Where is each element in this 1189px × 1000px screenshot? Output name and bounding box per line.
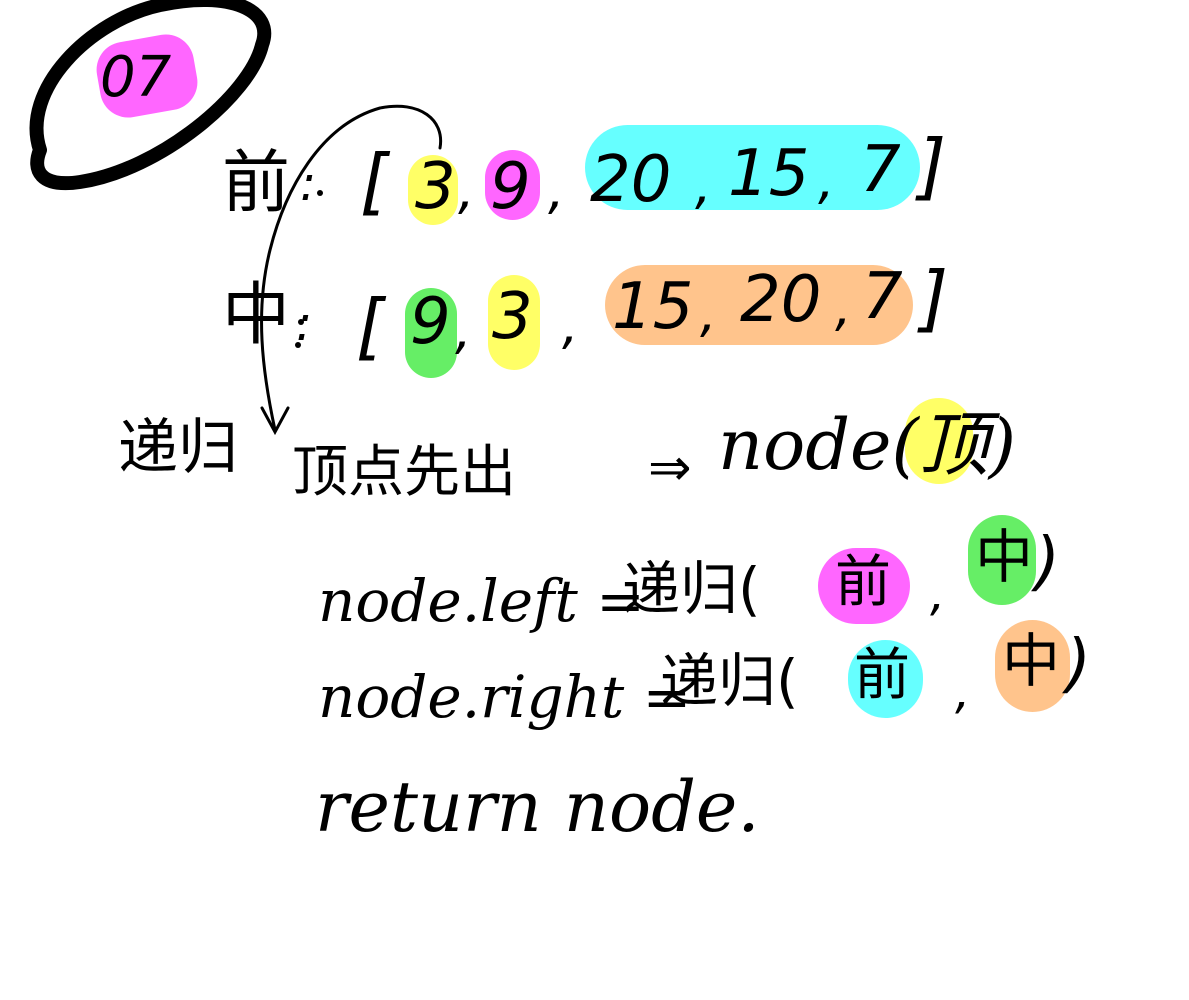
code-line2-sep: , xyxy=(930,566,946,622)
code-line1-left: 顶点先出 xyxy=(292,440,516,505)
code-line3-arg2: 中 xyxy=(1002,627,1061,695)
inorder-item: , xyxy=(700,284,717,344)
code-line3-sep: , xyxy=(955,664,971,720)
code-line3-call: 递归( xyxy=(660,647,799,715)
inorder-close-bracket: ] xyxy=(920,256,949,340)
preorder-item: 20 xyxy=(590,143,672,217)
inorder-item: , xyxy=(562,296,579,356)
preorder-colon: : xyxy=(300,156,317,212)
code-line2-close: ) xyxy=(1035,525,1060,599)
inorder-open-bracket: [ xyxy=(356,284,385,368)
code-line1-right: node(顶) xyxy=(718,404,1017,486)
code-line3-left: node.right = xyxy=(318,663,692,731)
inorder-item: 7 xyxy=(862,260,903,334)
inorder-label: 中 xyxy=(222,276,291,355)
preorder-close-bracket: ] xyxy=(918,124,947,208)
preorder-item: , xyxy=(458,161,475,221)
inorder-item: 15 xyxy=(612,270,694,344)
code-line1-arrow: ⇒ xyxy=(648,438,692,498)
preorder-item: , xyxy=(548,161,565,221)
recursion-label: 递归 xyxy=(118,413,238,483)
code-line2-arg1: 前 xyxy=(835,550,891,615)
preorder-item: , xyxy=(695,156,712,216)
badge-text: 07 xyxy=(100,45,172,110)
code-line4: return node. xyxy=(315,766,760,848)
code-line3-arg1: 前 xyxy=(854,643,910,708)
inorder-item: 3 xyxy=(492,280,533,354)
preorder-open-bracket: [ xyxy=(360,139,389,223)
code-line2-arg2: 中 xyxy=(975,523,1034,591)
preorder-item: , xyxy=(818,151,835,211)
preorder-item: 9 xyxy=(490,150,531,224)
inorder-item: 20 xyxy=(740,263,822,337)
code-line2-call: 递归( xyxy=(622,555,761,623)
code-line3-close: ) xyxy=(1066,627,1091,701)
preorder-item: 3 xyxy=(415,150,456,224)
inorder-item: , xyxy=(835,278,852,338)
preorder-item: 15 xyxy=(728,137,810,211)
inorder-item: 9 xyxy=(410,285,451,359)
code-line2-left: node.left = xyxy=(318,567,645,635)
inorder-colon: : xyxy=(296,296,313,352)
preorder-label: 前 xyxy=(222,144,291,223)
inorder-item: , xyxy=(455,301,472,361)
preorder-item: 7 xyxy=(860,133,901,207)
